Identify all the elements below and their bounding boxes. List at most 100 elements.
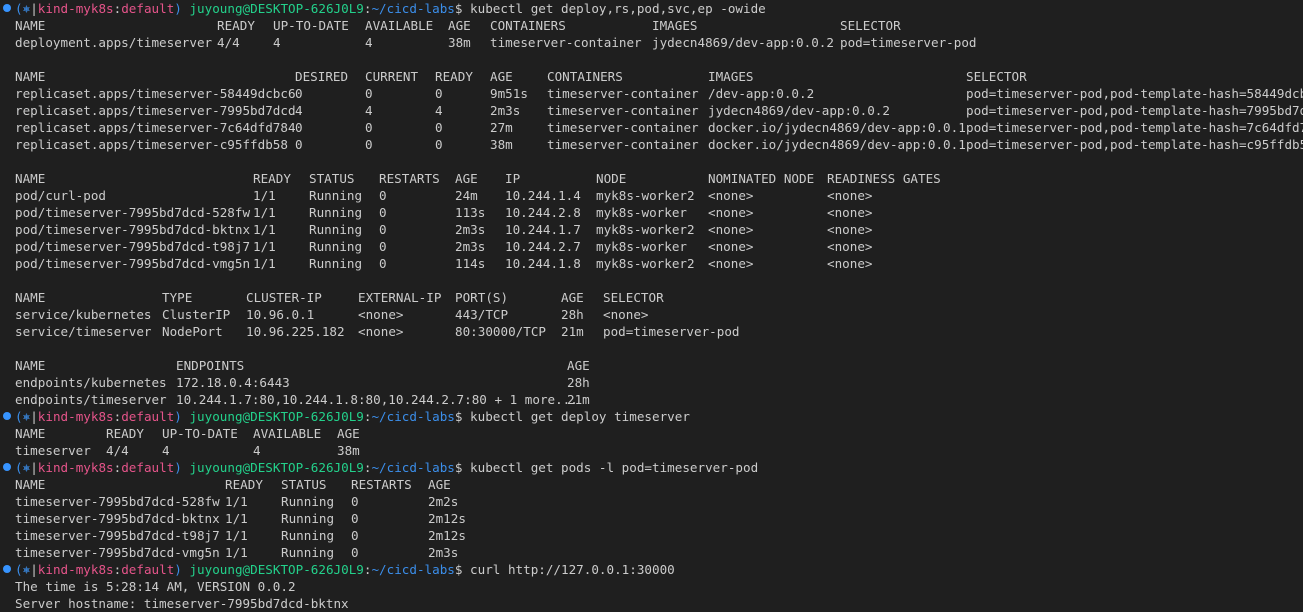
table-cell: 114s bbox=[455, 256, 486, 271]
table-cell: 0 bbox=[351, 494, 359, 509]
table-row: pod/curl-pod 1/1 Running 0 24m 10.244.1.4 myk8… bbox=[0, 187, 1303, 204]
kube-context: kind-myk8s bbox=[37, 409, 114, 424]
table-cell: Running bbox=[309, 205, 363, 220]
table-row: endpoints/timeserver 10.244.1.7:80,10.244… bbox=[0, 391, 1303, 408]
table-cell: 4 bbox=[365, 35, 373, 50]
table-cell: CURRENT bbox=[365, 69, 419, 84]
kube-context: kind-myk8s bbox=[37, 562, 114, 577]
command-status-dot-icon[interactable] bbox=[3, 412, 11, 420]
prompt-line: (⎈|kind-myk8s:default) juyoung@DESKTOP-6… bbox=[0, 561, 1303, 578]
table-cell: pod/timeserver-7995bd7dcd-t98j7 bbox=[15, 239, 251, 254]
table-row: pod/timeserver-7995bd7dcd-vmg5n 1/1 Runnin… bbox=[0, 255, 1303, 272]
table-cell: 2m3s bbox=[428, 545, 459, 560]
table-cell: 0 bbox=[295, 86, 303, 101]
table-cell: 38m bbox=[448, 35, 471, 50]
table-cell: READY bbox=[106, 426, 144, 441]
user-host: juyoung@DESKTOP-626J0L9 bbox=[189, 1, 364, 16]
table-cell: 4/4 bbox=[106, 443, 129, 458]
prompt-line: (⎈|kind-myk8s:default) juyoung@DESKTOP-6… bbox=[0, 459, 1303, 476]
table-cell: Running bbox=[309, 239, 363, 254]
table-cell: CLUSTER-IP bbox=[246, 290, 322, 305]
table-cell: 0 bbox=[379, 222, 387, 237]
table-cell: 0 bbox=[379, 188, 387, 203]
kube-namespace: default bbox=[121, 562, 175, 577]
table-cell: 4 bbox=[253, 443, 261, 458]
command-status-dot-icon[interactable] bbox=[3, 565, 11, 573]
prompt-paren: ) bbox=[174, 460, 182, 475]
table-cell: timeserver-container bbox=[547, 137, 699, 152]
table-cell: 10.244.1.7:80,10.244.1.8:80,10.244.2.7:8… bbox=[176, 392, 578, 407]
table-row: timeserver-7995bd7dcd-t98j7 1/1 Running 0 2m… bbox=[0, 527, 1303, 544]
table-cell: endpoints/timeserver bbox=[15, 392, 167, 407]
command-status-dot-icon[interactable] bbox=[3, 463, 11, 471]
table-cell: deployment.apps/timeserver bbox=[15, 35, 213, 50]
table-cell: 10.244.1.7 bbox=[505, 222, 581, 237]
table-cell: myk8s-worker2 bbox=[596, 256, 695, 271]
table-cell: service/kubernetes bbox=[15, 307, 152, 322]
table-row: NAME DESIRED CURRENT READY AGE CONTAINERS IMAG… bbox=[0, 68, 1303, 85]
command-text: kubectl get pods -l pod=timeserver-pod bbox=[470, 460, 759, 475]
table-cell: SELECTOR bbox=[840, 18, 901, 33]
table-cell: 0 bbox=[379, 256, 387, 271]
prompt-dollar: $ bbox=[454, 409, 471, 424]
table-cell: 0 bbox=[365, 86, 373, 101]
table-cell: NAME bbox=[15, 69, 46, 84]
table-cell: timeserver-container bbox=[547, 86, 699, 101]
table-row: pod/timeserver-7995bd7dcd-bktnx 1/1 Runnin… bbox=[0, 221, 1303, 238]
table-cell: NOMINATED NODE bbox=[708, 171, 815, 186]
table-cell: 2m12s bbox=[428, 528, 466, 543]
table-row: service/timeserver NodePort 10.96.225.182 <… bbox=[0, 323, 1303, 340]
prompt-separator: | bbox=[30, 562, 38, 577]
kube-context: kind-myk8s bbox=[37, 1, 114, 16]
table-cell: 0 bbox=[435, 120, 443, 135]
table-cell: timeserver bbox=[15, 443, 91, 458]
table-cell: EXTERNAL-IP bbox=[358, 290, 442, 305]
table-cell: Running bbox=[281, 528, 335, 543]
table-cell: DESIRED bbox=[295, 69, 349, 84]
table-cell: 0 bbox=[295, 120, 303, 135]
table-cell: READINESS GATES bbox=[827, 171, 941, 186]
table-cell: timeserver-7995bd7dcd-t98j7 bbox=[15, 528, 220, 543]
table-cell: AGE bbox=[567, 358, 590, 373]
table-cell: AGE bbox=[490, 69, 513, 84]
terminal-window[interactable]: (⎈|kind-myk8s:default) juyoung@DESKTOP-6… bbox=[0, 0, 1303, 612]
table-cell: <none> bbox=[358, 307, 404, 322]
table-cell: 4 bbox=[435, 103, 443, 118]
output-text: The time is 5:28:14 AM, VERSION 0.0.2 bbox=[15, 579, 296, 594]
table-cell: 0 bbox=[351, 528, 359, 543]
table-cell: <none> bbox=[708, 239, 754, 254]
table-cell: replicaset.apps/timeserver-7995bd7dcd bbox=[15, 103, 296, 118]
user-host: juyoung@DESKTOP-626J0L9 bbox=[189, 409, 364, 424]
table-cell: pod=timeserver-pod,pod-template-hash=c95… bbox=[966, 137, 1303, 152]
table-cell: 1/1 bbox=[253, 222, 276, 237]
table-cell: Running bbox=[309, 188, 363, 203]
table-cell: pod=timeserver-pod bbox=[603, 324, 740, 339]
table-cell: AVAILABLE bbox=[365, 18, 434, 33]
table-row: NAME TYPE CLUSTER-IP EXTERNAL-IP PORT(S) AGE S… bbox=[0, 289, 1303, 306]
table-row: deployment.apps/timeserver 4/4 4 4 38m timese… bbox=[0, 34, 1303, 51]
prompt-paren: ( bbox=[15, 1, 23, 16]
table-cell: NODE bbox=[596, 171, 627, 186]
table-cell: replicaset.apps/timeserver-c95ffdb58 bbox=[15, 137, 288, 152]
kube-context: kind-myk8s bbox=[37, 460, 114, 475]
table-cell: 172.18.0.4:6443 bbox=[176, 375, 290, 390]
table-cell: 4 bbox=[295, 103, 303, 118]
table-cell: ClusterIP bbox=[162, 307, 231, 322]
table-cell: 113s bbox=[455, 205, 486, 220]
working-directory: ~/cicd-labs bbox=[371, 409, 455, 424]
table-cell: 10.244.1.8 bbox=[505, 256, 581, 271]
kube-namespace: default bbox=[121, 460, 175, 475]
table-cell: RESTARTS bbox=[379, 171, 440, 186]
table-cell: 0 bbox=[351, 511, 359, 526]
table-cell: 21m bbox=[561, 324, 584, 339]
table-cell: 1/1 bbox=[253, 256, 276, 271]
command-status-dot-icon[interactable] bbox=[3, 4, 11, 12]
table-cell: timeserver-7995bd7dcd-bktnx bbox=[15, 511, 220, 526]
table-cell: 10.244.2.7 bbox=[505, 239, 581, 254]
table-cell: <none> bbox=[708, 205, 754, 220]
prompt-paren: ( bbox=[15, 409, 23, 424]
table-cell: ENDPOINTS bbox=[176, 358, 245, 373]
table-row: NAME READY STATUS RESTARTS AGE bbox=[0, 476, 1303, 493]
